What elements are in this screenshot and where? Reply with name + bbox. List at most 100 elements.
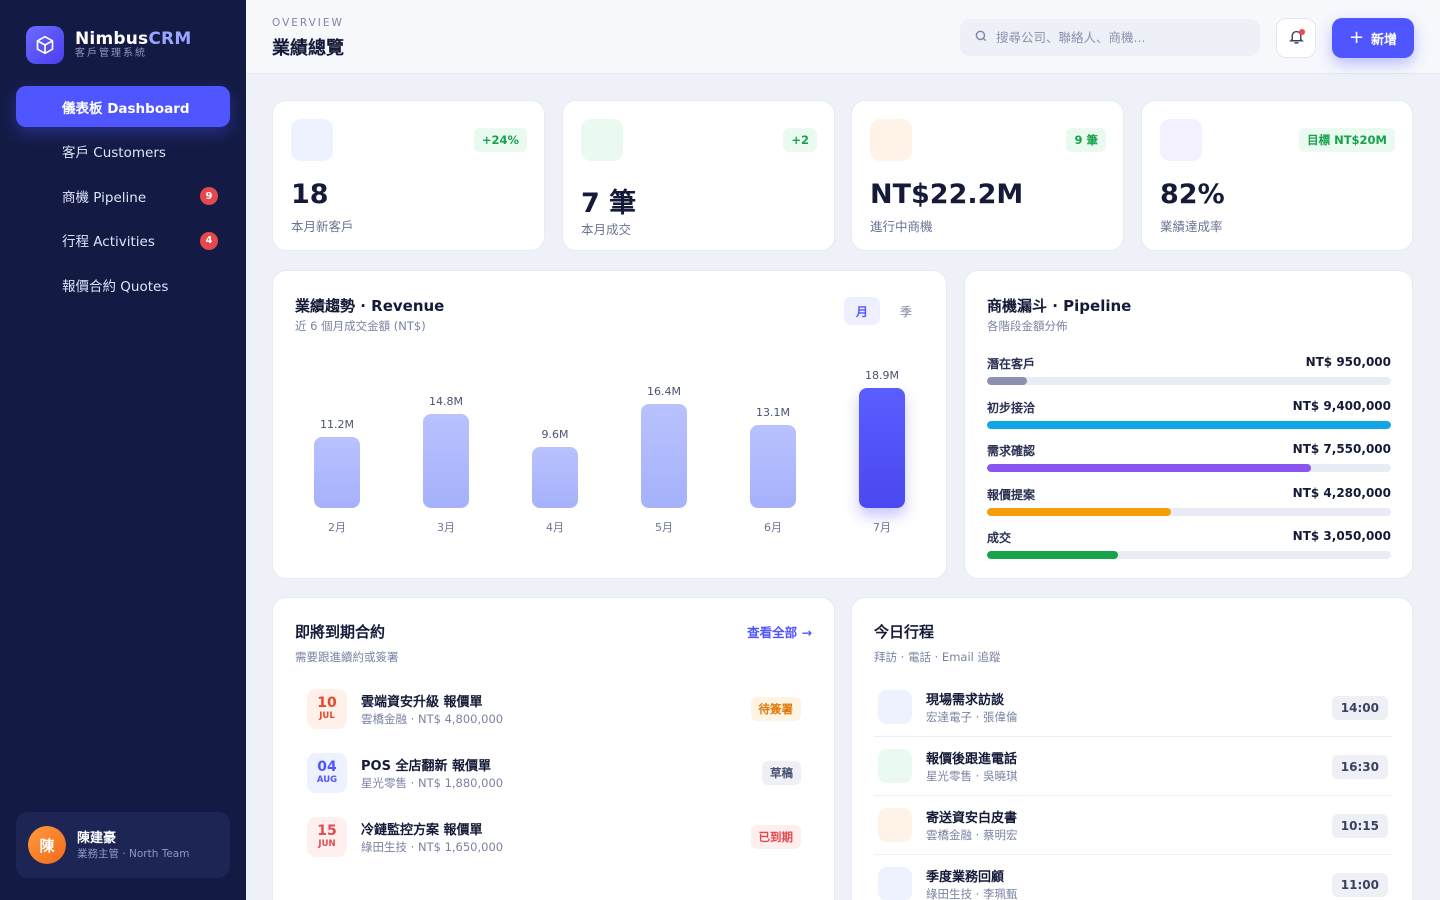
kpi-label: 進行中商機	[870, 219, 933, 234]
card-subtitle: 拜訪 · 電話 · Email 追蹤	[874, 650, 1001, 664]
top-header: OVERVIEW 業績總覽 + 新增	[246, 0, 1440, 74]
bar-category-label: 2月	[328, 521, 346, 534]
stage-progress-fill	[987, 507, 1171, 516]
bar	[750, 425, 796, 508]
quote-name: POS 全店翻新 報價單	[361, 759, 491, 774]
activity-icon	[878, 749, 912, 783]
notifications-button[interactable]	[1276, 18, 1316, 58]
due-month: AUG	[316, 775, 338, 785]
kpi-value: 18	[291, 179, 329, 210]
bar-value-label: 11.2M	[320, 418, 354, 431]
today-schedule-card: 今日行程 拜訪 · 電話 · Email 追蹤 現場需求訪談 宏達電子 · 張偉倫…	[851, 597, 1413, 900]
stage-progress-fill	[987, 377, 1028, 385]
pipeline-stage-row[interactable]: 需求確認 NT$ 7,550,000	[987, 442, 1391, 474]
add-button-label: 新增	[1371, 32, 1398, 48]
expiring-contracts-card: 即將到期合約 需要跟進續約或簽署 查看全部 → 10 JUL 雲端資安升級 報價單雲…	[272, 597, 835, 900]
sidebar-nav: 儀表板 Dashboard 客戶 Customers 商機 Pipeline 9 …	[16, 86, 230, 309]
list-item[interactable]: 報價後跟進電話 星光零售 · 吳曉琪 16:30	[874, 737, 1392, 796]
pipeline-icon	[870, 119, 912, 161]
stage-name: 初步接洽	[987, 400, 1036, 415]
search-input[interactable]	[996, 30, 1246, 45]
kpi-label: 本月新客戶	[291, 219, 354, 234]
stage-progress-track	[987, 551, 1391, 559]
kpi-value: NT$22.2M	[870, 179, 1024, 210]
bar-value-label: 13.1M	[756, 406, 790, 419]
list-item[interactable]: 寄送資安白皮書 雲橋金融 · 蔡明宏 10:15	[874, 796, 1392, 855]
sidebar: NimbusCRM 客戶管理系統 儀表板 Dashboard 客戶 Custom…	[0, 0, 246, 900]
bar-category-label: 3月	[437, 521, 455, 534]
page-title: 業績總覽	[272, 38, 344, 59]
due-date-box: 10 JUL	[307, 689, 347, 729]
kpi-card-new-customers[interactable]: +24% 18 本月新客戶	[272, 100, 545, 251]
sidebar-item-label: 行程 Activities	[62, 234, 155, 250]
sidebar-item-label: 報價合約 Quotes	[62, 278, 169, 295]
add-new-button[interactable]: + 新增	[1332, 18, 1414, 58]
kpi-card-achievement[interactable]: 目標 NT$20M 82% 業績達成率	[1141, 100, 1413, 251]
brand-name: NimbusCRM	[75, 29, 192, 49]
user-name: 陳建豪	[77, 830, 117, 846]
due-date-box: 15 JUN	[307, 817, 347, 857]
list-item[interactable]: 現場需求訪談 宏達電子 · 張偉倫 14:00	[874, 678, 1392, 737]
list-item[interactable]: 10 JUL 雲端資安升級 報價單 雲橋金融 · NT$ 4,800,000 待簽署	[307, 689, 801, 729]
quote-name: 冷鏈監控方案 報價單	[361, 823, 483, 838]
stage-progress-track	[987, 377, 1391, 385]
bar-category-label: 5月	[655, 521, 673, 534]
brand[interactable]: NimbusCRM 客戶管理系統	[26, 26, 191, 64]
sidebar-item-quotes[interactable]: 報價合約 Quotes	[16, 264, 230, 305]
user-profile-card[interactable]: 陳 陳建豪 業務主管 · North Team	[16, 812, 230, 878]
bar	[532, 447, 578, 508]
quote-meta: 綠田生技 · NT$ 1,650,000	[361, 840, 504, 854]
event-title: 季度業務回顧	[926, 870, 1005, 885]
list-item[interactable]: 15 JUN 冷鏈監控方案 報價單 綠田生技 · NT$ 1,650,000 已到期	[307, 817, 801, 857]
pipeline-stage-row[interactable]: 報價提案 NT$ 4,280,000	[987, 486, 1391, 518]
cube-logo-icon	[26, 26, 64, 64]
sidebar-item-dashboard[interactable]: 儀表板 Dashboard	[16, 86, 230, 127]
stage-progress-fill	[987, 551, 1118, 559]
list-item[interactable]: 04 AUG POS 全店翻新 報價單 星光零售 · NT$ 1,880,000 草稿	[307, 753, 801, 793]
card-title: 商機漏斗 · Pipeline	[987, 297, 1132, 315]
count-badge: 4	[200, 231, 218, 250]
event-meta: 星光零售 · 吳曉琪	[926, 769, 1018, 783]
pipeline-stage-row[interactable]: 初步接洽 NT$ 9,400,000	[987, 399, 1391, 431]
activity-icon	[878, 690, 912, 724]
sidebar-item-customers[interactable]: 客戶 Customers	[16, 131, 230, 172]
list-item[interactable]: 季度業務回顧 綠田生技 · 李珮甄 11:00	[874, 855, 1392, 900]
bar-value-label: 14.8M	[429, 395, 463, 408]
plus-icon: +	[1348, 27, 1365, 48]
quote-meta: 雲橋金融 · NT$ 4,800,000	[361, 712, 504, 726]
card-title: 今日行程	[874, 623, 935, 641]
revenue-chart-card: 業績趨勢 · Revenue 近 6 個月成交金額 (NT$) 月 季 11.2…	[272, 270, 947, 579]
kpi-card-open-pipeline[interactable]: 9 筆 NT$22.2M 進行中商機	[851, 100, 1124, 251]
pipeline-stage-row[interactable]: 成交 NT$ 3,050,000	[987, 529, 1391, 561]
due-day: 04	[317, 759, 337, 775]
sidebar-item-label: 商機 Pipeline	[62, 189, 147, 206]
sidebar-item-label: 客戶 Customers	[62, 145, 166, 161]
kpi-card-closed-deals[interactable]: +2 7 筆 本月成交	[562, 100, 835, 251]
stage-progress-track	[987, 464, 1391, 472]
bar-value-label: 18.9M	[865, 369, 899, 382]
sidebar-item-pipeline[interactable]: 商機 Pipeline 9	[16, 175, 230, 216]
pipeline-card: 商機漏斗 · Pipeline 各階段金額分佈 潛在客戶 NT$ 950,000 初…	[964, 270, 1413, 579]
search-icon	[974, 28, 988, 47]
status-badge: 草稿	[762, 761, 801, 785]
pipeline-stage-row[interactable]: 潛在客戶 NT$ 950,000	[987, 355, 1391, 387]
event-time: 14:00	[1331, 696, 1388, 720]
activity-icon	[878, 867, 912, 900]
notification-dot	[1299, 29, 1305, 35]
sidebar-item-activities[interactable]: 行程 Activities 4	[16, 220, 230, 261]
bar-category-label: 7月	[873, 521, 891, 534]
bar-value-label: 9.6M	[541, 428, 569, 441]
quote-name: 雲端資安升級 報價單	[361, 695, 483, 710]
avatar: 陳	[28, 826, 66, 864]
event-title: 報價後跟進電話	[926, 752, 1018, 767]
event-time: 11:00	[1331, 873, 1388, 897]
target-icon	[1160, 119, 1202, 161]
event-meta: 宏達電子 · 張偉倫	[926, 710, 1018, 724]
stage-progress-fill	[987, 464, 1312, 472]
stage-name: 成交	[987, 531, 1012, 545]
due-date-box: 04 AUG	[307, 753, 347, 793]
search-bar[interactable]	[960, 19, 1260, 56]
trend-badge: +24%	[473, 128, 527, 152]
view-all-link[interactable]: 查看全部 →	[747, 622, 812, 641]
bar	[859, 388, 905, 508]
